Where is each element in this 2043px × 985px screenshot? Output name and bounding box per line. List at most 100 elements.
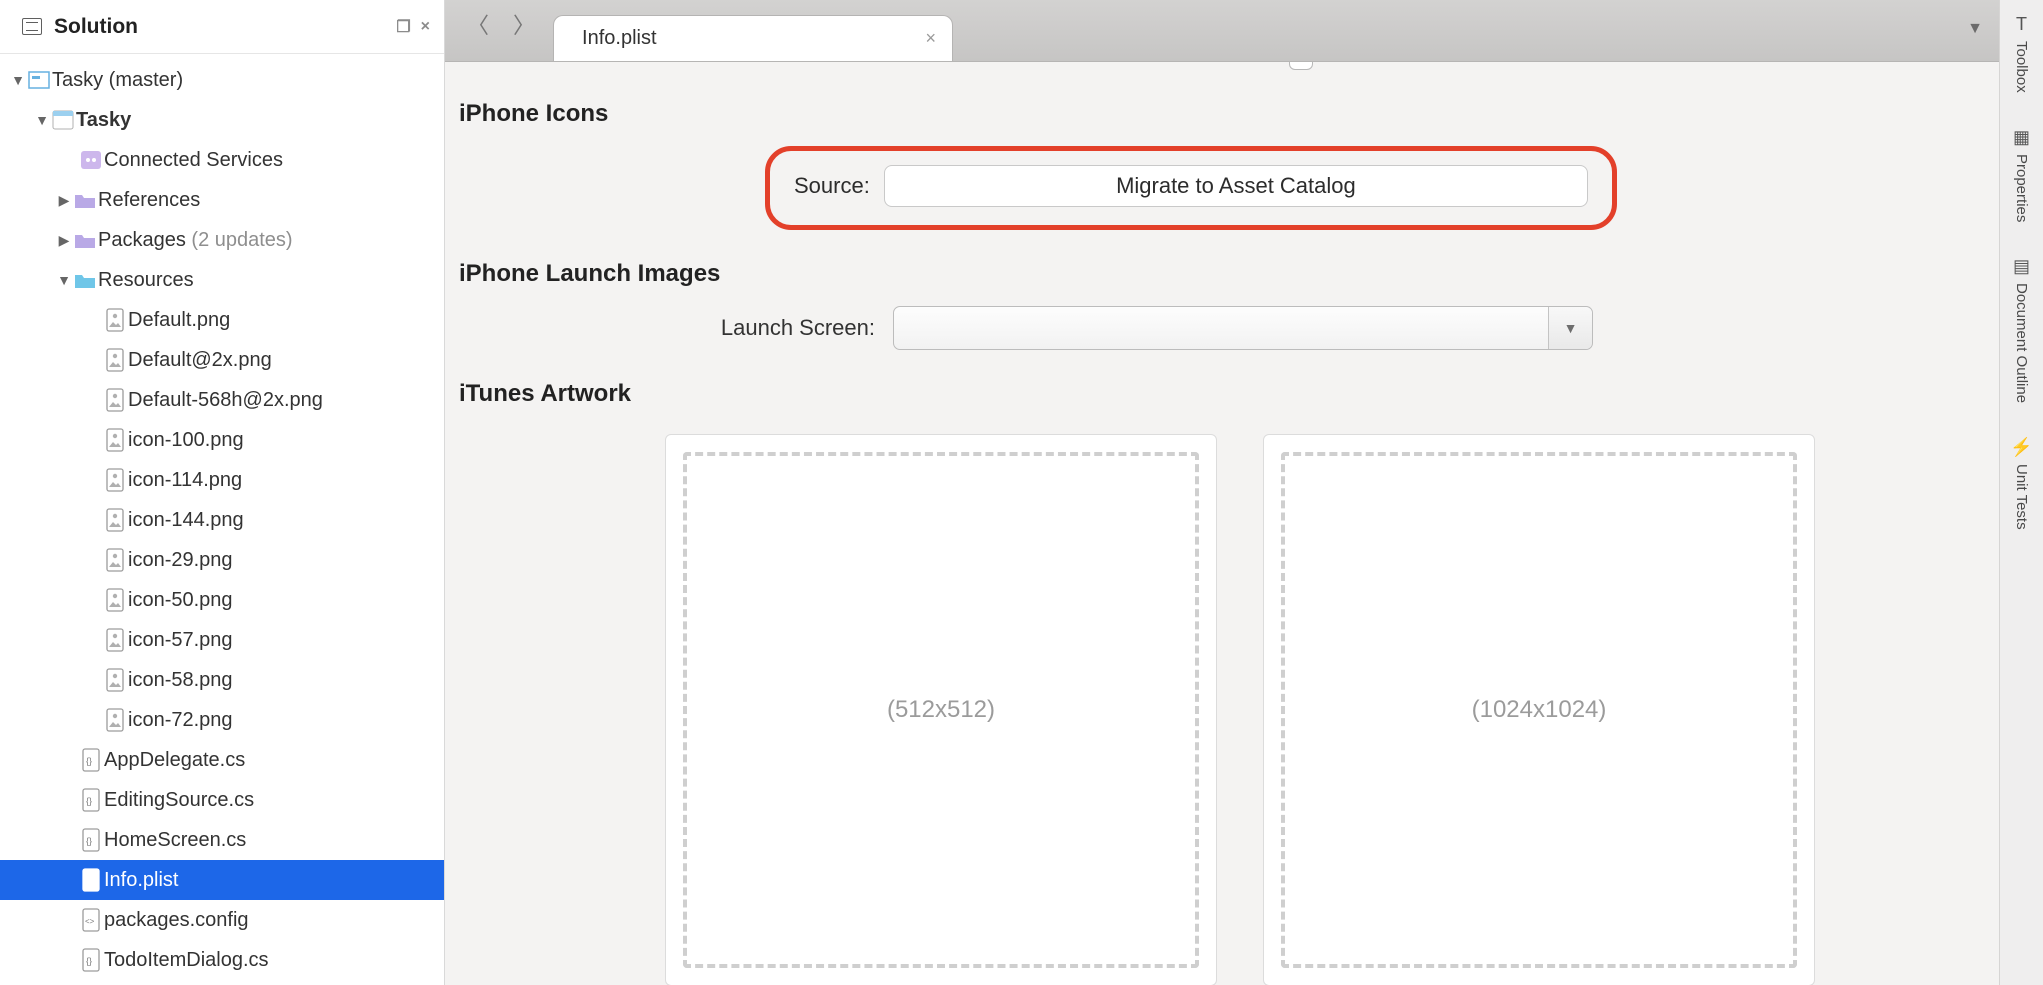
image-file-icon (102, 548, 128, 572)
launch-screen-combo[interactable]: ▼ (893, 306, 1593, 350)
image-file-icon (102, 588, 128, 612)
plist-editor: Supports multiple windows iPhone Icons S… (445, 62, 1999, 985)
tree-label: Default@2x.png (128, 349, 272, 372)
rail-label: Document Outline (2013, 283, 2030, 403)
launch-screen-label: Launch Screen: (455, 315, 875, 341)
tree-file[interactable]: {}EditingSource.cs (0, 780, 444, 820)
image-file-icon (102, 468, 128, 492)
tree-file[interactable]: Default.png (0, 300, 444, 340)
rail-icon: ▤ (2013, 256, 2030, 277)
tree-label: icon-100.png (128, 429, 244, 452)
tree-file[interactable]: icon-50.png (0, 580, 444, 620)
tree-label: Tasky (76, 109, 131, 132)
artwork-well-2x[interactable]: (1024x1024) (1263, 434, 1815, 985)
rail-label: Unit Tests (2013, 464, 2030, 530)
tree-label: icon-58.png (128, 669, 233, 692)
tree-label: Default-568h@2x.png (128, 389, 323, 412)
solution-tree: ▼ Tasky (master) ▼ Tasky Connected Servi… (0, 54, 444, 980)
image-file-icon (102, 508, 128, 532)
tree-file[interactable]: {}TodoItemDialog.cs (0, 940, 444, 980)
close-pane-icon[interactable]: × (421, 18, 430, 36)
popout-icon[interactable]: ❐ (396, 17, 410, 37)
tree-file[interactable]: icon-57.png (0, 620, 444, 660)
image-file-icon (102, 428, 128, 452)
rail-icon: ▦ (2013, 127, 2030, 148)
migrate-button-label: Migrate to Asset Catalog (1116, 173, 1356, 199)
source-label: Source: (794, 173, 870, 199)
section-itunes-artwork: iTunes Artwork (459, 380, 1989, 408)
rail-icon: ⚡ (2010, 437, 2032, 458)
editor-area: 〈 〉 Info.plist × ▼ Supports multiple win… (445, 0, 1999, 985)
tree-file[interactable]: icon-58.png (0, 660, 444, 700)
rail-unit-tests[interactable]: ⚡ Unit Tests (2010, 437, 2032, 530)
tree-file[interactable]: Default@2x.png (0, 340, 444, 380)
tree-packages[interactable]: ▶ Packages (2 updates) (0, 220, 444, 260)
tree-file[interactable]: icon-29.png (0, 540, 444, 580)
tree-label: icon-114.png (128, 469, 242, 492)
tree-label: icon-57.png (128, 629, 233, 652)
tree-references[interactable]: ▶ References (0, 180, 444, 220)
tabstrip-dropdown-icon[interactable]: ▼ (1967, 20, 1983, 38)
tree-label: icon-50.png (128, 589, 233, 612)
rail-icon: T (2016, 14, 2027, 35)
tree-file[interactable]: {}AppDelegate.cs (0, 740, 444, 780)
tree-label: Info.plist (104, 869, 178, 892)
chevron-right-icon[interactable]: ▶ (56, 192, 72, 209)
migrate-to-asset-catalog-button[interactable]: Migrate to Asset Catalog (884, 165, 1588, 207)
tree-connected-services[interactable]: Connected Services (0, 140, 444, 180)
tree-file[interactable]: icon-114.png (0, 460, 444, 500)
rail-properties[interactable]: ▦Properties (2010, 127, 2032, 222)
folder-icon (72, 231, 98, 249)
rail-document-outline[interactable]: ▤ Document Outline (2010, 256, 2032, 403)
file-icon: {} (78, 748, 104, 772)
solution-icon (22, 18, 42, 35)
image-file-icon (102, 308, 128, 332)
combo-dropdown-icon[interactable]: ▼ (1548, 307, 1592, 349)
tree-project[interactable]: ▼ Tasky (0, 100, 444, 140)
tab-strip: 〈 〉 Info.plist × ▼ (445, 0, 1999, 62)
image-file-icon (102, 668, 128, 692)
right-tool-rail: T Toolbox ▦Properties ▤ Document Outline ⚡ Uni… (1999, 0, 2043, 985)
tree-solution-root[interactable]: ▼ Tasky (master) (0, 60, 444, 100)
chevron-right-icon[interactable]: ▶ (56, 232, 72, 249)
nav-back-icon[interactable]: 〈 (467, 8, 489, 40)
solution-explorer: Solution ❐ × ▼ Tasky (master) ▼ Tasky (0, 0, 445, 985)
connected-services-icon (78, 150, 104, 170)
chevron-down-icon[interactable]: ▼ (56, 272, 72, 288)
tree-file[interactable]: Info.plist (0, 860, 444, 900)
tab-close-icon[interactable]: × (926, 28, 937, 49)
tree-file[interactable]: icon-100.png (0, 420, 444, 460)
tree-file[interactable]: {} HomeScreen.cs (0, 820, 444, 860)
tree-file[interactable]: <> packages.config (0, 900, 444, 940)
tab-info-plist[interactable]: Info.plist × (553, 15, 953, 61)
nav-forward-icon[interactable]: 〉 (513, 8, 535, 40)
artwork-placeholder: (512x512) (887, 696, 995, 724)
tree-label: Default.png (128, 309, 230, 332)
tree-file[interactable]: icon-72.png (0, 700, 444, 740)
file-icon (78, 868, 104, 892)
tree-label: icon-144.png (128, 509, 244, 532)
supports-multiple-windows-checkbox[interactable] (1289, 62, 1313, 70)
chevron-down-icon[interactable]: ▼ (34, 112, 50, 128)
supports-multiple-windows-row: Supports multiple windows (885, 62, 1989, 70)
solution-root-icon (26, 71, 52, 89)
chevron-down-icon[interactable]: ▼ (10, 72, 26, 88)
rail-label: Toolbox (2013, 41, 2030, 93)
svg-text:<>: <> (85, 917, 95, 926)
image-file-icon (102, 708, 128, 732)
solution-header: Solution ❐ × (0, 0, 444, 54)
image-file-icon (102, 348, 128, 372)
tree-file[interactable]: Default-568h@2x.png (0, 380, 444, 420)
file-icon: {} (78, 788, 104, 812)
tree-label: Packages (98, 229, 186, 252)
rail-toolbox[interactable]: T Toolbox (2010, 14, 2032, 93)
artwork-1x: (512x512) 1x (665, 434, 1217, 985)
tree-label: HomeScreen.cs (104, 829, 246, 852)
svg-text:{}: {} (86, 836, 92, 846)
tree-label: packages.config (104, 909, 249, 932)
tree-resources[interactable]: ▼ Resources (0, 260, 444, 300)
svg-text:{}: {} (86, 956, 92, 966)
svg-text:{}: {} (86, 796, 92, 806)
artwork-well-1x[interactable]: (512x512) (665, 434, 1217, 985)
tree-file[interactable]: icon-144.png (0, 500, 444, 540)
